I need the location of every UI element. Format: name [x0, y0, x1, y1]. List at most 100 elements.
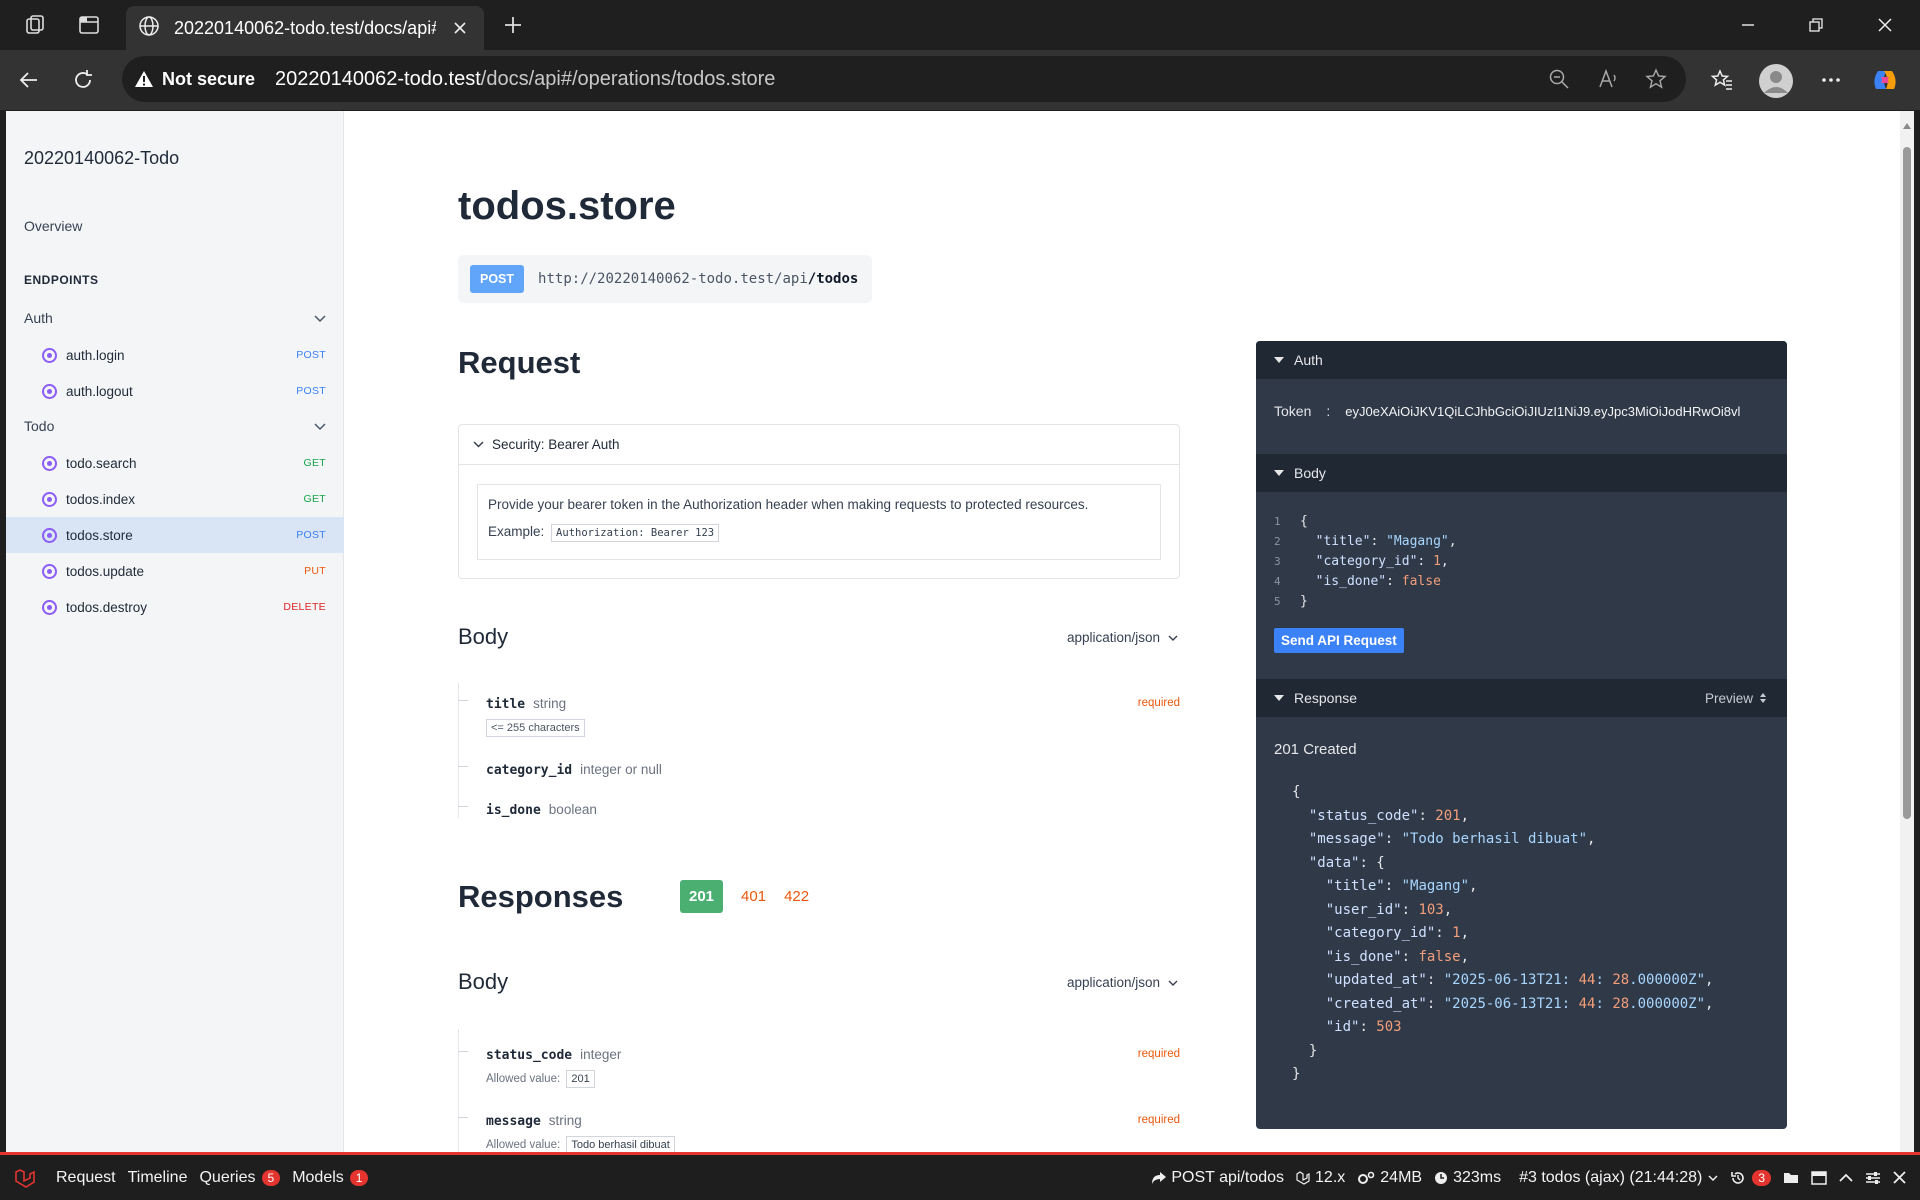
- open-folder-icon[interactable]: [1783, 1171, 1799, 1185]
- response-section-toggle[interactable]: Response Preview: [1256, 679, 1787, 717]
- line-code: }: [1300, 594, 1308, 609]
- back-icon[interactable]: [12, 63, 46, 97]
- preview-select[interactable]: Preview: [1705, 691, 1767, 706]
- tab-401[interactable]: 401: [741, 888, 766, 905]
- allowed-value: 201: [566, 1070, 595, 1088]
- profile-avatar[interactable]: [1758, 63, 1794, 99]
- field-name: message: [486, 1114, 541, 1129]
- response-heading: Response: [1294, 690, 1358, 706]
- auth-heading: Auth: [1294, 352, 1323, 368]
- debugbar-tab-request[interactable]: Request: [56, 1169, 116, 1187]
- line-number: 5: [1274, 595, 1281, 608]
- address-bar[interactable]: Not secure 20220140062-todo.test/docs/ap…: [122, 56, 1686, 102]
- page-scrollbar[interactable]: [1900, 111, 1914, 1155]
- sidebar-item-todos-store[interactable]: todos.store POST: [6, 517, 344, 553]
- send-api-request-button[interactable]: Send API Request: [1274, 628, 1404, 653]
- json-line: }: [1292, 1042, 1318, 1059]
- url-path: /todos: [807, 271, 859, 287]
- page-viewport: 20220140062-Todo Overview ENDPOINTS Auth…: [6, 111, 1914, 1155]
- auth-section-toggle[interactable]: Auth: [1256, 341, 1787, 379]
- browser-tab-bar: 20220140062-todo.test/docs/api#: [0, 0, 1920, 50]
- close-tab-icon[interactable]: [448, 16, 472, 40]
- sort-icon: [1759, 692, 1767, 704]
- response-content-type-select[interactable]: application/json: [1067, 975, 1178, 990]
- content-type-select[interactable]: application/json: [1067, 630, 1178, 645]
- json-line: "updated_at": "2025-06-13T21: 44: 28.000…: [1325, 972, 1714, 988]
- body-section-toggle[interactable]: Body: [1256, 454, 1787, 492]
- chevron-up-icon[interactable]: [1839, 1173, 1853, 1182]
- example-label: Example:: [488, 524, 545, 539]
- url-path: /docs/api#/operations/todos.store: [480, 67, 776, 90]
- token-label: Token: [1274, 403, 1312, 419]
- laravel-logo-icon[interactable]: [14, 1167, 36, 1189]
- scroll-up-icon[interactable]: [1902, 117, 1912, 135]
- restore-icon[interactable]: [1786, 0, 1846, 50]
- debugbar-tab-timeline[interactable]: Timeline: [128, 1169, 188, 1187]
- close-debugbar-icon[interactable]: [1893, 1171, 1906, 1184]
- operation-icon: [42, 383, 57, 399]
- operation-icon: [42, 563, 57, 579]
- try-it-panel: Auth Token : eyJ0eXAiOiJKV1QiLCJhbGciOiJ…: [1256, 341, 1787, 1129]
- sidebar-item-auth-logout[interactable]: auth.logout POST: [6, 373, 344, 409]
- close-window-icon[interactable]: [1855, 0, 1915, 50]
- tab-actions-icon[interactable]: [74, 10, 104, 40]
- tab-422[interactable]: 422: [784, 888, 809, 905]
- sidebar-item-todos-update[interactable]: todos.update PUT: [6, 553, 344, 589]
- favorite-star-icon[interactable]: [1642, 65, 1670, 93]
- sidebar-group-auth[interactable]: Auth: [6, 303, 344, 333]
- chevron-down-icon: [314, 310, 326, 326]
- debugbar-tab-models[interactable]: Models 1: [292, 1168, 369, 1187]
- globe-icon: [138, 15, 160, 42]
- time-indicator[interactable]: 323ms: [1434, 1169, 1501, 1187]
- sidebar-item-todos-index[interactable]: todos.index GET: [6, 481, 344, 517]
- route-indicator[interactable]: POST api/todos: [1151, 1169, 1284, 1187]
- endpoint-label: todos.store: [66, 527, 133, 543]
- read-aloud-icon[interactable]: [1594, 65, 1622, 93]
- method-badge: DELETE: [283, 601, 326, 613]
- line-number: 4: [1274, 575, 1281, 588]
- scrollbar-thumb[interactable]: [1903, 147, 1911, 819]
- body-editor[interactable]: 1{2 "title": "Magang", 3 "category_id": 1…: [1274, 512, 1457, 612]
- token-input[interactable]: eyJ0eXAiOiJKV1QiLCJhbGciOiJIUzI1NiJ9.eyJ…: [1345, 404, 1755, 419]
- settings-sliders-icon[interactable]: [1865, 1171, 1881, 1185]
- sidebar-group-todo[interactable]: Todo: [6, 411, 344, 441]
- endpoint-url[interactable]: http://20220140062-todo.test/api/todos: [538, 271, 858, 287]
- memory-indicator[interactable]: 24MB: [1357, 1169, 1422, 1187]
- response-body-heading: Body: [458, 969, 509, 994]
- docs-sidebar: 20220140062-Todo Overview ENDPOINTS Auth…: [6, 111, 344, 1155]
- refresh-icon[interactable]: [66, 63, 100, 97]
- security-indicator[interactable]: Not secure: [134, 69, 255, 90]
- favorites-icon[interactable]: [1705, 63, 1739, 97]
- zoom-out-icon[interactable]: [1545, 65, 1573, 93]
- response-status: 201 Created: [1274, 741, 1357, 758]
- models-badge: 1: [349, 1169, 369, 1186]
- sidebar-item-todo-search[interactable]: todo.search GET: [6, 445, 344, 481]
- workspaces-icon[interactable]: [20, 10, 50, 40]
- sidebar-item-auth-login[interactable]: auth.login POST: [6, 337, 344, 373]
- sidebar-item-todos-destroy[interactable]: todos.destroy DELETE: [6, 589, 344, 625]
- more-options-icon[interactable]: [1814, 63, 1848, 97]
- security-toggle[interactable]: Security: Bearer Auth: [459, 425, 1179, 465]
- site-brand[interactable]: 20220140062-Todo: [24, 148, 179, 169]
- restore-bar-icon[interactable]: [1811, 1170, 1827, 1185]
- models-label: Models: [292, 1168, 344, 1186]
- new-tab-icon[interactable]: [498, 10, 528, 40]
- example-code: Authorization: Bearer 123: [551, 524, 720, 542]
- debugbar-tab-queries[interactable]: Queries 5: [199, 1169, 281, 1187]
- time-label: 323ms: [1453, 1168, 1502, 1186]
- sidebar-overview-link[interactable]: Overview: [24, 218, 82, 234]
- minimize-icon[interactable]: [1718, 0, 1778, 50]
- tab-201[interactable]: 201: [680, 880, 724, 913]
- url-base: http://20220140062-todo.test/api: [538, 271, 808, 287]
- active-tab[interactable]: 20220140062-todo.test/docs/api#: [126, 6, 484, 50]
- security-label: Not secure: [162, 68, 256, 89]
- field-name: title: [486, 697, 526, 712]
- editor-line: 5}: [1274, 592, 1457, 612]
- version-indicator[interactable]: 12.x: [1296, 1169, 1345, 1187]
- clock-icon: [1434, 1171, 1448, 1185]
- copilot-icon[interactable]: [1868, 63, 1902, 97]
- security-desc-text: Provide your bearer token in the Authori…: [488, 497, 1089, 512]
- request-select[interactable]: #3 todos (ajax) (21:44:28): [1519, 1169, 1718, 1187]
- url-text[interactable]: 20220140062-todo.test/docs/api#/operatio…: [275, 68, 775, 91]
- history-button[interactable]: 3: [1730, 1169, 1771, 1186]
